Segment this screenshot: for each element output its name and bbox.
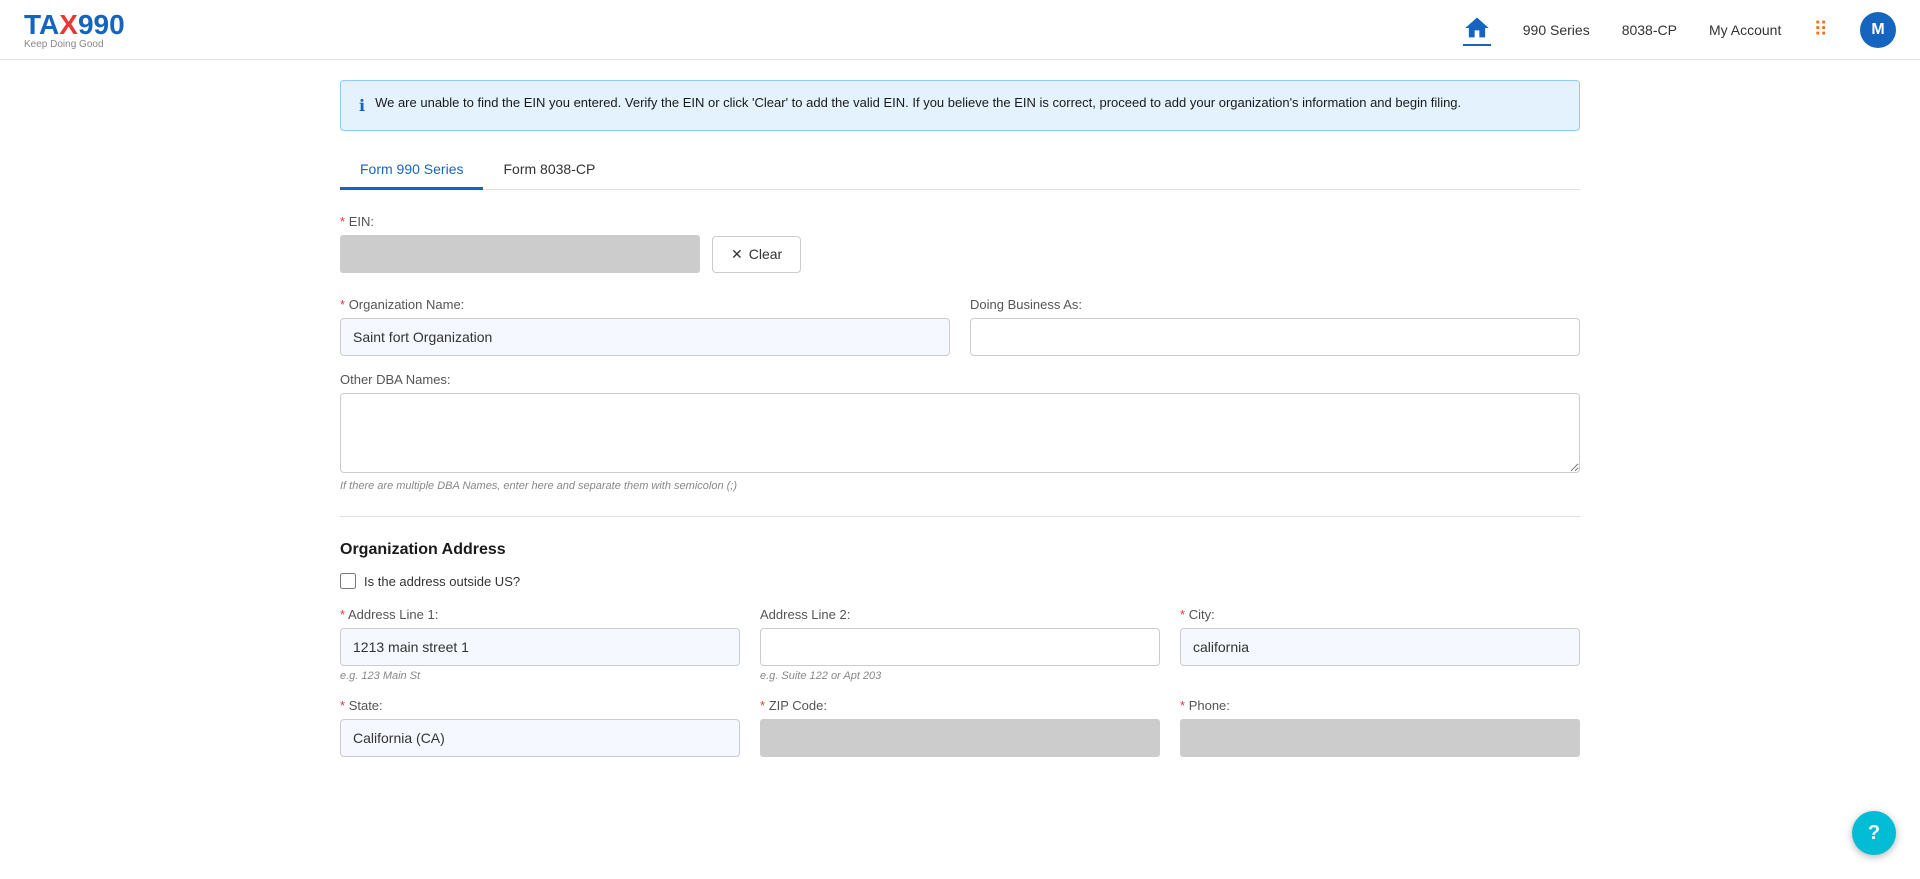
logo-text: TAX990 bbox=[24, 9, 125, 41]
phone-col: * Phone: bbox=[1180, 698, 1580, 757]
grid-icon[interactable]: ⠿ bbox=[1813, 17, 1828, 42]
state-label: * State: bbox=[340, 698, 740, 713]
logo-subtitle: Keep Doing Good bbox=[24, 39, 125, 50]
zip-label: * ZIP Code: bbox=[760, 698, 1160, 713]
address1-label: * Address Line 1: bbox=[340, 607, 740, 622]
nav-8038cp[interactable]: 8038-CP bbox=[1622, 22, 1677, 38]
address1-hint: e.g. 123 Main St bbox=[340, 670, 740, 682]
logo-990: 990 bbox=[78, 9, 125, 40]
info-banner: ℹ We are unable to find the EIN you ente… bbox=[340, 80, 1580, 131]
city-input[interactable] bbox=[1180, 628, 1580, 666]
info-banner-text: We are unable to find the EIN you entere… bbox=[375, 95, 1461, 110]
other-dba-label: Other DBA Names: bbox=[340, 372, 1580, 387]
dba-label: Doing Business As: bbox=[970, 297, 1580, 312]
logo-x: X bbox=[59, 9, 78, 40]
dba-col: Doing Business As: bbox=[970, 297, 1580, 356]
org-name-row: * Organization Name: Doing Business As: bbox=[340, 297, 1580, 356]
home-underline bbox=[1463, 44, 1491, 46]
ein-label: * EIN: bbox=[340, 214, 1580, 229]
header: TAX990 Keep Doing Good 990 Series 8038-C… bbox=[0, 0, 1920, 60]
outside-us-checkbox[interactable] bbox=[340, 573, 356, 589]
phone-input[interactable] bbox=[1180, 719, 1580, 757]
tab-form-990-series[interactable]: Form 990 Series bbox=[340, 151, 483, 190]
other-dba-input[interactable] bbox=[340, 393, 1580, 473]
address-row-1: * Address Line 1: e.g. 123 Main St Addre… bbox=[340, 607, 1580, 682]
org-name-label: * Organization Name: bbox=[340, 297, 950, 312]
main-content: ℹ We are unable to find the EIN you ente… bbox=[260, 60, 1660, 801]
address2-col: Address Line 2: e.g. Suite 122 or Apt 20… bbox=[760, 607, 1160, 682]
header-nav: 990 Series 8038-CP My Account ⠿ M bbox=[1463, 12, 1896, 48]
logo: TAX990 Keep Doing Good bbox=[24, 9, 125, 50]
zip-input[interactable] bbox=[760, 719, 1160, 757]
outside-us-label: Is the address outside US? bbox=[364, 574, 520, 589]
state-col: * State: bbox=[340, 698, 740, 757]
city-col: * City: bbox=[1180, 607, 1580, 666]
tabs: Form 990 Series Form 8038-CP bbox=[340, 151, 1580, 190]
ein-row: ✕ Clear bbox=[340, 235, 1580, 273]
tab-form-8038cp[interactable]: Form 8038-CP bbox=[483, 151, 615, 190]
ein-input[interactable] bbox=[340, 235, 700, 273]
address-section-title: Organization Address bbox=[340, 541, 1580, 559]
address1-input[interactable] bbox=[340, 628, 740, 666]
help-button[interactable]: ? bbox=[1852, 811, 1896, 855]
ein-section: * EIN: ✕ Clear bbox=[340, 214, 1580, 273]
info-icon: ℹ bbox=[359, 96, 365, 116]
section-divider bbox=[340, 516, 1580, 517]
address-row-2: * State: * ZIP Code: * Phone: bbox=[340, 698, 1580, 757]
dba-input[interactable] bbox=[970, 318, 1580, 356]
city-label: * City: bbox=[1180, 607, 1580, 622]
address2-hint: e.g. Suite 122 or Apt 203 bbox=[760, 670, 1160, 682]
org-name-input[interactable] bbox=[340, 318, 950, 356]
clear-button[interactable]: ✕ Clear bbox=[712, 236, 801, 273]
home-nav-item[interactable] bbox=[1463, 14, 1491, 46]
address2-label: Address Line 2: bbox=[760, 607, 1160, 622]
other-dba-section: Other DBA Names: If there are multiple D… bbox=[340, 372, 1580, 492]
avatar[interactable]: M bbox=[1860, 12, 1896, 48]
address2-input[interactable] bbox=[760, 628, 1160, 666]
nav-990-series[interactable]: 990 Series bbox=[1523, 22, 1590, 38]
org-name-col: * Organization Name: bbox=[340, 297, 950, 356]
zip-col: * ZIP Code: bbox=[760, 698, 1160, 757]
phone-label: * Phone: bbox=[1180, 698, 1580, 713]
other-dba-hint: If there are multiple DBA Names, enter h… bbox=[340, 480, 1580, 492]
address1-col: * Address Line 1: e.g. 123 Main St bbox=[340, 607, 740, 682]
home-icon bbox=[1463, 14, 1491, 42]
state-input[interactable] bbox=[340, 719, 740, 757]
address-section: Organization Address Is the address outs… bbox=[340, 541, 1580, 757]
outside-us-row: Is the address outside US? bbox=[340, 573, 1580, 589]
nav-my-account[interactable]: My Account bbox=[1709, 22, 1781, 38]
x-icon: ✕ bbox=[731, 246, 743, 263]
logo-tax: TA bbox=[24, 9, 59, 40]
